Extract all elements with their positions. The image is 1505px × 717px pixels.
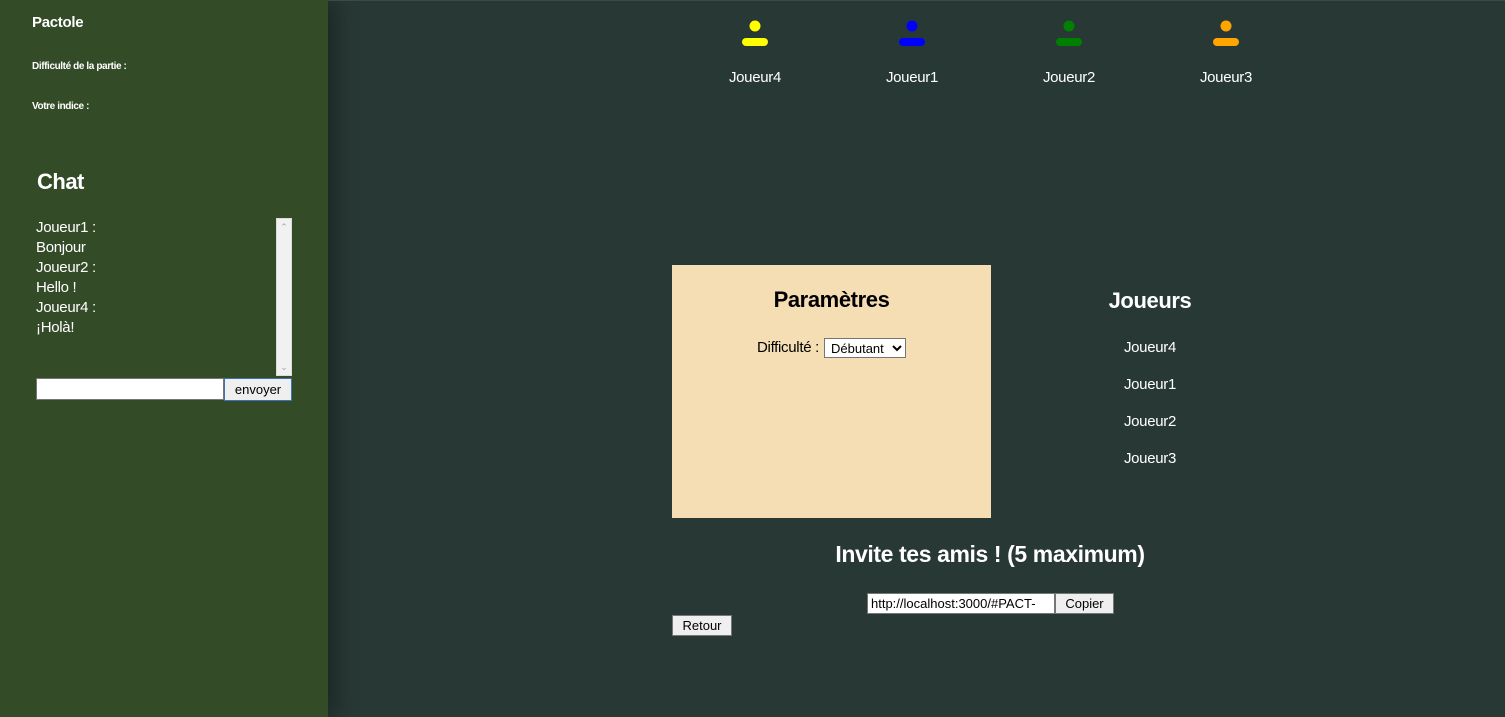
top-player-name: Joueur1 xyxy=(885,69,939,86)
settings-title: Paramètres xyxy=(773,287,890,312)
top-player-name: Joueur3 xyxy=(1199,69,1253,86)
top-player-joueur3: Joueur3 xyxy=(1186,19,1266,86)
user-icon xyxy=(742,20,768,46)
chat-message-author: Joueur2 : xyxy=(36,259,96,276)
user-icon xyxy=(1213,20,1239,46)
top-player-joueur2: Joueur2 xyxy=(1029,19,1109,86)
players-list: Joueur4 Joueur1 Joueur2 Joueur3 xyxy=(1068,339,1232,487)
hint-info-label: Votre indice : xyxy=(32,101,90,112)
settings-panel: Paramètres Difficulté : Débutant xyxy=(672,265,991,518)
player-list-item: Joueur4 xyxy=(1123,339,1177,356)
top-player-name: Joueur4 xyxy=(728,69,782,86)
player-list-item: Joueur3 xyxy=(1123,450,1177,467)
player-list-item: Joueur2 xyxy=(1123,413,1177,430)
difficulty-info-label: Difficulté de la partie : xyxy=(32,61,127,72)
scroll-up-icon[interactable]: ⌃ xyxy=(277,221,291,233)
scroll-down-icon[interactable]: ⌄ xyxy=(277,361,291,373)
sidebar: Pactole Difficulté de la partie : Votre … xyxy=(0,0,328,717)
player-list-item: Joueur1 xyxy=(1123,376,1177,393)
chat-message-author: Joueur4 : xyxy=(36,299,96,316)
chat-message-author: Joueur1 : xyxy=(36,219,96,236)
main-area: Joueur4 Joueur1 Joueur2 Joueur3 Paramètr… xyxy=(328,0,1505,717)
players-panel-title: Joueurs xyxy=(1108,288,1192,313)
invite-link-field[interactable] xyxy=(867,593,1055,614)
chat-title: Chat xyxy=(37,169,84,194)
chat-message-text: Bonjour xyxy=(36,239,86,256)
app-title: Pactole xyxy=(32,14,84,31)
chat-message-text: Hello ! xyxy=(36,279,77,296)
chat-scrollbar[interactable]: ⌃ ⌄ xyxy=(276,218,292,376)
chat-log[interactable]: Joueur1 : Bonjour Joueur2 : Hello ! Joue… xyxy=(36,218,276,376)
top-player-name: Joueur2 xyxy=(1042,69,1096,86)
user-icon xyxy=(1056,20,1082,46)
top-player-joueur1: Joueur1 xyxy=(872,19,952,86)
top-player-joueur4: Joueur4 xyxy=(715,19,795,86)
user-icon xyxy=(899,20,925,46)
chat-message-text: ¡Holà! xyxy=(36,319,75,336)
copy-link-button[interactable]: Copier xyxy=(1055,593,1114,614)
chat-message-input[interactable] xyxy=(36,378,224,400)
back-button[interactable]: Retour xyxy=(672,615,732,636)
send-button[interactable]: envoyer xyxy=(224,378,292,401)
invite-title: Invite tes amis ! (5 maximum) xyxy=(835,541,1145,567)
difficulty-label: Difficulté : xyxy=(757,339,819,356)
difficulty-select[interactable]: Débutant xyxy=(824,338,906,358)
